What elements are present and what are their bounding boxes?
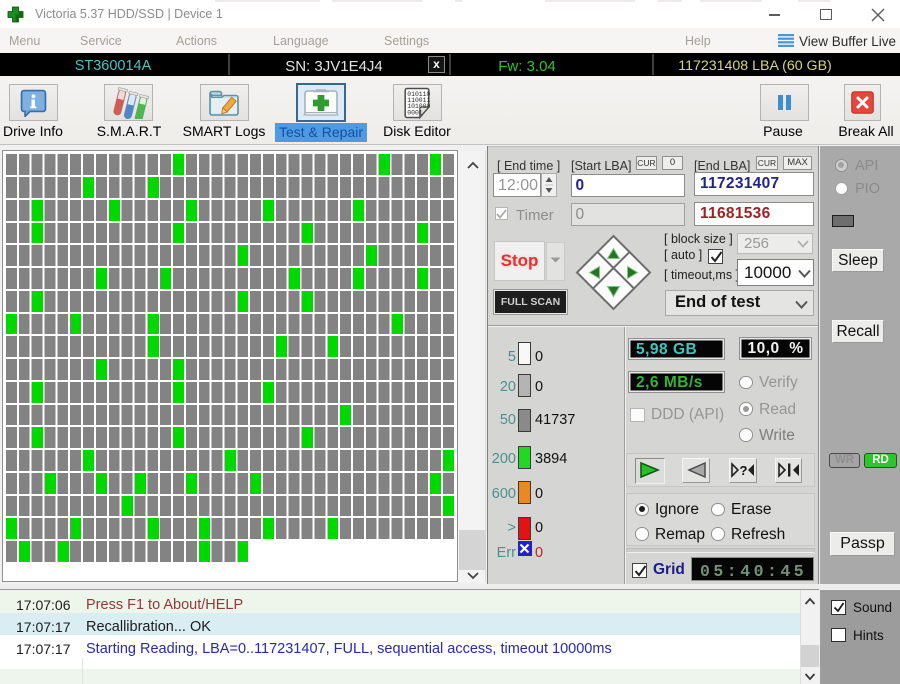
svg-text:0001: 0001 [407,109,423,116]
svg-text:?: ? [740,463,748,478]
